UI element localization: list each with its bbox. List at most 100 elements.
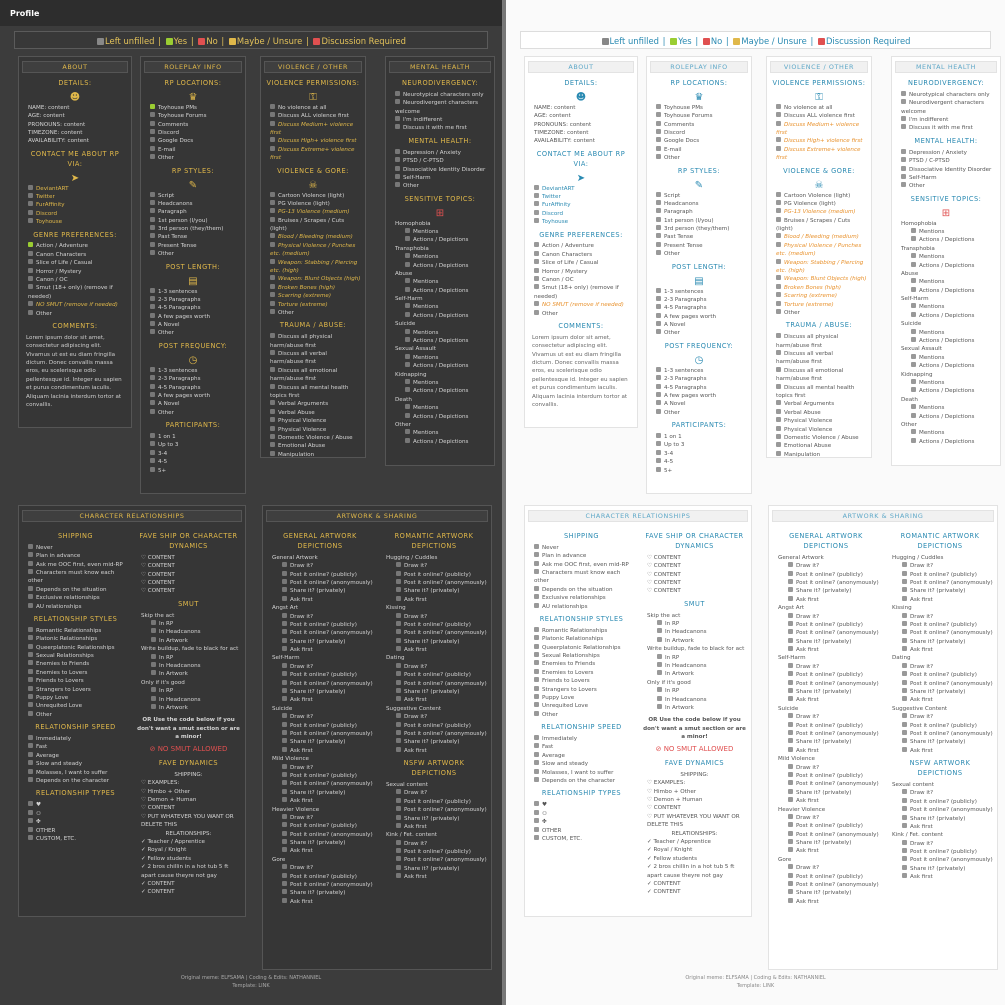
checklist-item[interactable]: Depression / Anxiety bbox=[895, 149, 997, 157]
checklist-item[interactable]: Post it online? (publicly) bbox=[380, 848, 488, 856]
checklist-item[interactable]: Dissociative Identity Disorder bbox=[389, 166, 491, 174]
checklist-item[interactable]: Post it online? (anonymously) bbox=[772, 881, 880, 889]
checklist-item[interactable]: NO SMUT (remove if needed) bbox=[528, 301, 634, 309]
checklist-item[interactable]: Cartoon Violence (light) bbox=[264, 192, 362, 200]
checklist-item[interactable]: Draw it? bbox=[380, 713, 488, 721]
checklist-item[interactable]: Friends to Lovers bbox=[22, 677, 129, 685]
checklist-item[interactable]: Discuss all emotional harm/abuse first bbox=[770, 367, 868, 384]
checklist-item[interactable]: Actions / Depictions bbox=[389, 362, 491, 370]
checklist-item[interactable]: Weapon: Blunt Objects (high) bbox=[770, 275, 868, 283]
checklist-item[interactable]: 3rd person (they/them) bbox=[144, 225, 242, 233]
checklist-item[interactable]: Ask me OOC first, even mid-RP bbox=[528, 561, 635, 569]
checklist-item[interactable]: In RP bbox=[135, 620, 242, 628]
checklist-item[interactable]: Mentions bbox=[895, 404, 997, 412]
checklist-item[interactable]: Other bbox=[770, 309, 868, 317]
checklist-item[interactable]: Paragraph bbox=[144, 208, 242, 216]
checklist-item[interactable]: 5+ bbox=[144, 467, 242, 475]
checklist-item[interactable]: PG Violence (light) bbox=[264, 200, 362, 208]
checklist-item[interactable]: Google Docs bbox=[144, 137, 242, 145]
checklist-item[interactable]: Mentions bbox=[389, 329, 491, 337]
checklist-item[interactable]: Share it? (privately) bbox=[886, 815, 994, 823]
checklist-item[interactable]: Actions / Depictions bbox=[389, 387, 491, 395]
checklist-item[interactable]: 2-3 Paragraphs bbox=[144, 375, 242, 383]
checklist-item[interactable]: Mentions bbox=[895, 253, 997, 261]
checklist-item[interactable]: Share it? (privately) bbox=[772, 587, 880, 595]
checklist-item[interactable]: Share it? (privately) bbox=[266, 789, 374, 797]
checklist-item[interactable]: Share it? (privately) bbox=[266, 688, 374, 696]
checklist-item[interactable]: Verbal Abuse bbox=[264, 409, 362, 417]
checklist-item[interactable]: Actions / Depictions bbox=[389, 312, 491, 320]
checklist-item[interactable]: Manipulation bbox=[264, 451, 362, 459]
checklist-item[interactable]: Ask first bbox=[886, 596, 994, 604]
checklist-item[interactable]: Draw it? bbox=[772, 562, 880, 570]
checklist-item[interactable]: Neurodivergent characters welcome bbox=[389, 99, 491, 116]
checklist-item[interactable]: Neurotypical characters only bbox=[389, 91, 491, 99]
checklist-item[interactable]: Puppy Love bbox=[22, 694, 129, 702]
checklist-item[interactable]: Draw it? bbox=[266, 764, 374, 772]
checklist-item[interactable]: Mentions bbox=[895, 379, 997, 387]
checklist-item[interactable]: Post it online? (publicly) bbox=[380, 571, 488, 579]
checklist-item[interactable]: 3-4 bbox=[650, 450, 748, 458]
checklist-item[interactable]: Actions / Depictions bbox=[895, 312, 997, 320]
checklist-item[interactable]: Characters must know each other bbox=[528, 569, 635, 586]
checklist-item[interactable]: Discuss High+ violence first bbox=[770, 137, 868, 145]
checklist-item[interactable]: Molasses, I want to suffer bbox=[528, 769, 635, 777]
checklist-item[interactable]: Past Tense bbox=[144, 233, 242, 241]
checklist-item[interactable]: 1-3 sentences bbox=[650, 288, 748, 296]
checklist-item[interactable]: Post it online? (anonymously) bbox=[266, 881, 374, 889]
checklist-item[interactable]: Post it online? (anonymously) bbox=[266, 780, 374, 788]
checklist-item[interactable]: Bruises / Scrapes / Cuts (light) bbox=[264, 217, 362, 234]
checklist-item[interactable]: Post it online? (publicly) bbox=[772, 621, 880, 629]
checklist-item[interactable]: Headcanons bbox=[144, 200, 242, 208]
checklist-item[interactable]: Scarring (extreme) bbox=[770, 292, 868, 300]
checklist-item[interactable]: Verbal Arguments bbox=[770, 400, 868, 408]
checklist-item[interactable]: Actions / Depictions bbox=[389, 438, 491, 446]
checklist-item[interactable]: Discuss High+ violence first bbox=[264, 137, 362, 145]
checklist-item[interactable]: In Headcanons bbox=[135, 696, 242, 704]
checklist-item[interactable]: Ask first bbox=[886, 646, 994, 654]
checklist-item[interactable]: 1-3 sentences bbox=[144, 288, 242, 296]
checklist-item[interactable]: PTSD / C-PTSD bbox=[389, 157, 491, 165]
checklist-item[interactable]: Draw it? bbox=[380, 613, 488, 621]
checklist-item[interactable]: In RP bbox=[641, 654, 748, 662]
checklist-item[interactable]: Other bbox=[22, 711, 129, 719]
checklist-item[interactable]: Other bbox=[264, 309, 362, 317]
checklist-item[interactable]: Strangers to Lovers bbox=[528, 686, 635, 694]
checklist-item[interactable]: Blood / Bleeding (medium) bbox=[264, 233, 362, 241]
checklist-item[interactable]: Share it? (privately) bbox=[266, 638, 374, 646]
checklist-item[interactable]: Mentions bbox=[895, 429, 997, 437]
contact-link[interactable]: Toyhouse bbox=[528, 218, 634, 226]
checklist-item[interactable]: Discuss Medium+ violence first bbox=[770, 121, 868, 138]
checklist-item[interactable]: E-mail bbox=[650, 146, 748, 154]
checklist-item[interactable]: Script bbox=[144, 192, 242, 200]
checklist-item[interactable]: Ask first bbox=[380, 747, 488, 755]
checklist-item[interactable]: Draw it? bbox=[886, 789, 994, 797]
checklist-item[interactable]: No violence at all bbox=[264, 104, 362, 112]
checklist-item[interactable]: Smut (18+ only) (remove if needed) bbox=[528, 284, 634, 301]
checklist-item[interactable]: Ask first bbox=[772, 797, 880, 805]
checklist-item[interactable]: Post it online? (anonymously) bbox=[886, 806, 994, 814]
checklist-item[interactable]: Draw it? bbox=[886, 562, 994, 570]
checklist-item[interactable]: 2-3 Paragraphs bbox=[650, 375, 748, 383]
checklist-item[interactable]: In RP bbox=[641, 687, 748, 695]
checklist-item[interactable]: Actions / Depictions bbox=[389, 337, 491, 345]
checklist-item[interactable]: Immediately bbox=[22, 735, 129, 743]
checklist-item[interactable]: Physical Violence / Punches etc. (medium… bbox=[770, 242, 868, 259]
checklist-item[interactable]: Blood / Bleeding (medium) bbox=[770, 233, 868, 241]
checklist-item[interactable]: Post it online? (publicly) bbox=[886, 571, 994, 579]
checklist-item[interactable]: Other bbox=[144, 329, 242, 337]
checklist-item[interactable]: 1-3 sentences bbox=[144, 367, 242, 375]
checklist-item[interactable]: Ask first bbox=[266, 646, 374, 654]
checklist-item[interactable]: Draw it? bbox=[266, 713, 374, 721]
checklist-item[interactable]: Domestic Violence / Abuse bbox=[770, 434, 868, 442]
checklist-item[interactable]: In RP bbox=[135, 687, 242, 695]
checklist-item[interactable]: Ask first bbox=[886, 747, 994, 755]
checklist-item[interactable]: Slow and steady bbox=[22, 760, 129, 768]
contact-link[interactable]: DeviantART bbox=[528, 185, 634, 193]
checklist-item[interactable]: Other bbox=[22, 310, 128, 318]
checklist-item[interactable]: Share it? (privately) bbox=[380, 738, 488, 746]
checklist-item[interactable]: Other bbox=[650, 154, 748, 162]
checklist-item[interactable]: Discuss all physical harm/abuse first bbox=[264, 333, 362, 350]
checklist-item[interactable]: Post it online? (anonymously) bbox=[380, 730, 488, 738]
checklist-item[interactable]: 4-5 bbox=[650, 458, 748, 466]
